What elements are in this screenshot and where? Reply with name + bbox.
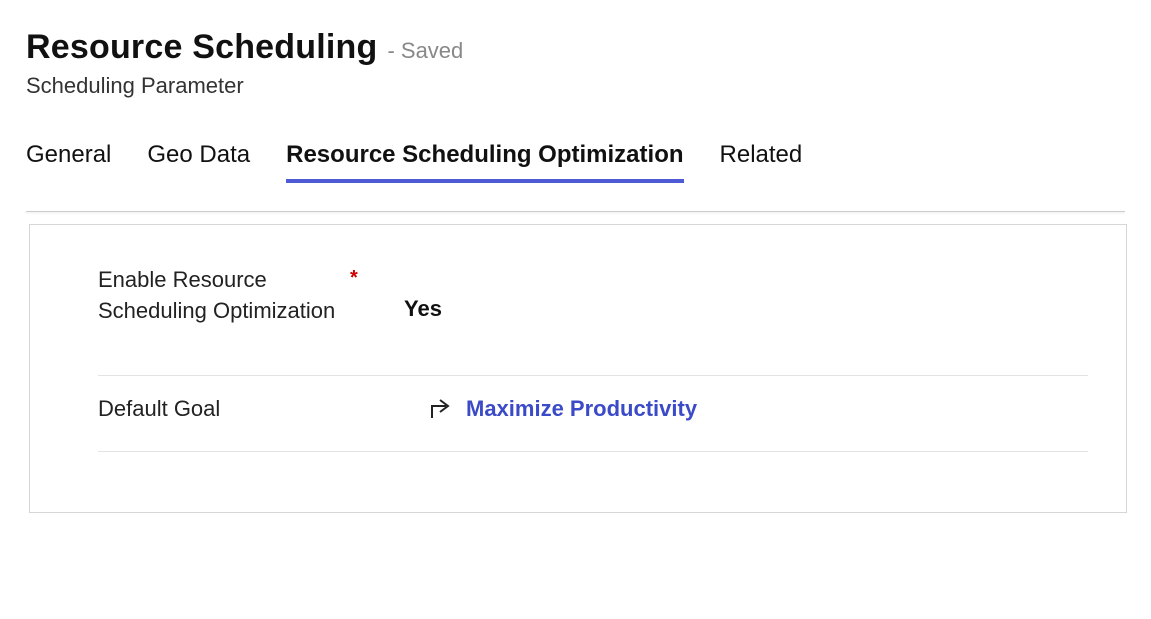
tab-related[interactable]: Related bbox=[720, 141, 803, 183]
enable-rso-value[interactable]: Yes bbox=[404, 265, 1088, 353]
field-enable-rso: Enable Resource Scheduling Optimization … bbox=[98, 261, 1088, 376]
required-indicator: * bbox=[350, 265, 358, 290]
lookup-arrow-icon bbox=[424, 396, 452, 422]
saved-status: - Saved bbox=[387, 38, 463, 64]
field-default-goal: Default Goal Maximize Productivity bbox=[98, 376, 1088, 452]
default-goal-label: Default Goal bbox=[98, 394, 348, 425]
default-goal-link[interactable]: Maximize Productivity bbox=[466, 396, 697, 422]
tab-resource-scheduling-optimization[interactable]: Resource Scheduling Optimization bbox=[286, 141, 683, 183]
default-goal-value[interactable]: Maximize Productivity bbox=[400, 396, 697, 422]
tab-geo-data[interactable]: Geo Data bbox=[147, 141, 250, 183]
page-title: Resource Scheduling bbox=[26, 28, 377, 67]
form-panel: Enable Resource Scheduling Optimization … bbox=[29, 224, 1127, 513]
enable-rso-label: Enable Resource Scheduling Optimization bbox=[98, 265, 348, 327]
tab-bar: General Geo Data Resource Scheduling Opt… bbox=[26, 141, 1125, 183]
tab-general[interactable]: General bbox=[26, 141, 111, 183]
divider bbox=[26, 211, 1125, 212]
entity-type-label: Scheduling Parameter bbox=[26, 73, 1125, 99]
